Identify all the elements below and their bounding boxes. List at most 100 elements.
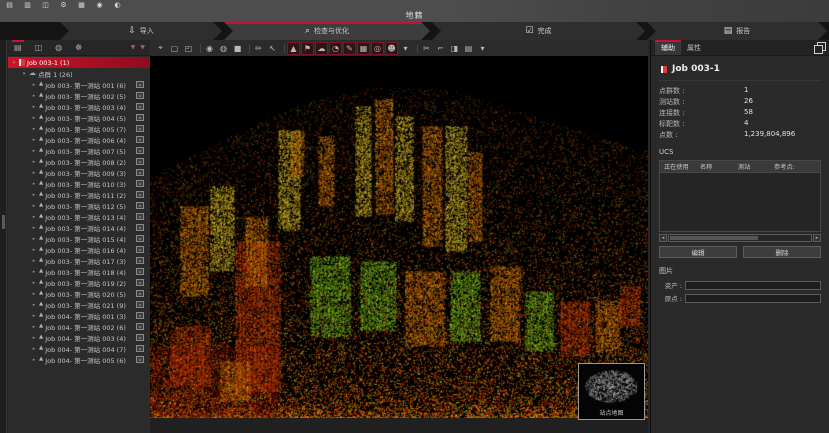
region-select-icon[interactable]: ▢ bbox=[168, 42, 181, 55]
help-icon[interactable]: ◉ bbox=[95, 1, 104, 9]
tab-manage-icon[interactable]: ☸ bbox=[75, 40, 82, 56]
station-image-icon[interactable]: ▫ bbox=[136, 180, 144, 187]
tree-row-station[interactable]: ▸ ▲ Job 003- 第一测站 007 (5) ▫ bbox=[8, 145, 150, 156]
tree-row-station[interactable]: ▸ ▲ Job 004- 第一测站 004 (7) ▫ bbox=[8, 343, 150, 354]
location-icon[interactable]: ◎ bbox=[371, 42, 384, 55]
tree-row-station[interactable]: ▸ ▲ Job 004- 第一测站 002 (6) ▫ bbox=[8, 321, 150, 332]
settings-icon[interactable]: ⚙ bbox=[59, 1, 68, 9]
pointcloud-canvas[interactable] bbox=[150, 56, 648, 418]
expand-icon[interactable]: ▸ bbox=[31, 313, 37, 319]
ucs-action-button[interactable]: 删除 bbox=[743, 246, 821, 258]
image-field-input[interactable] bbox=[685, 294, 821, 303]
tab-georef-icon[interactable]: ◍ bbox=[55, 40, 62, 56]
station-image-icon[interactable]: ▫ bbox=[136, 345, 144, 352]
tree-row-station[interactable]: ▸ ▲ Job 003- 第一测站 012 (5) ▫ bbox=[8, 200, 150, 211]
workflow-step[interactable]: ▤ 报告 bbox=[647, 22, 827, 40]
tree-row-station[interactable]: ▸ ▲ Job 004- 第一测站 005 (6) ▫ bbox=[8, 354, 150, 365]
expand-icon[interactable]: ▸ bbox=[31, 225, 37, 231]
expand-icon[interactable]: ▸ bbox=[31, 104, 37, 110]
tree-row-station[interactable]: ▸ ▲ Job 003- 第一测站 013 (4) ▫ bbox=[8, 211, 150, 222]
station-image-icon[interactable]: ▫ bbox=[136, 290, 144, 297]
layers-dropdown-icon[interactable]: ▾ bbox=[476, 42, 489, 55]
tab-links-icon[interactable]: ◫ bbox=[35, 40, 43, 56]
station-image-icon[interactable]: ▫ bbox=[136, 81, 144, 88]
station-image-icon[interactable]: ▫ bbox=[136, 301, 144, 308]
database-icon[interactable]: ▦ bbox=[77, 1, 86, 9]
workflow-step[interactable]: ⌕ 检查与优化 bbox=[224, 22, 430, 40]
tree-row-station[interactable]: ▸ ▲ Job 003- 第一测站 020 (5) ▫ bbox=[8, 288, 150, 299]
station-image-icon[interactable]: ▫ bbox=[136, 103, 144, 110]
tree-row-station[interactable]: ▸ ▲ Job 003- 第一测站 008 (2) ▫ bbox=[8, 156, 150, 167]
save-project-icon[interactable]: ▥ bbox=[23, 1, 32, 9]
tree-row-station[interactable]: ▸ ▲ Job 003- 第一测站 017 (3) ▫ bbox=[8, 255, 150, 266]
station-image-icon[interactable]: ▫ bbox=[136, 279, 144, 286]
station-image-icon[interactable]: ▫ bbox=[136, 257, 144, 264]
site-minimap[interactable]: 站点地图 bbox=[578, 363, 645, 420]
target-icon[interactable]: ▲ bbox=[287, 42, 300, 55]
tree-row-station[interactable]: ▸ ▲ Job 003- 第一测站 002 (5) ▫ bbox=[8, 90, 150, 101]
station-image-icon[interactable]: ▫ bbox=[136, 147, 144, 154]
expand-icon[interactable]: ▸ bbox=[31, 346, 37, 352]
tree-row-station[interactable]: ▸ ▲ Job 003- 第一测站 005 (7) ▫ bbox=[8, 123, 150, 134]
select-icon[interactable]: ⌖ bbox=[154, 42, 167, 55]
tree-row-job-root[interactable]: ▾ Job 003-1 (1) bbox=[8, 57, 150, 68]
user-view-icon[interactable]: ☻ bbox=[385, 42, 398, 55]
camera-icon[interactable]: ◉ bbox=[203, 42, 216, 55]
tree-row-station[interactable]: ▸ ▲ Job 003- 第一测站 014 (4) ▫ bbox=[8, 222, 150, 233]
tree-row-station[interactable]: ▸ ▲ Job 003- 第一测站 019 (2) ▫ bbox=[8, 277, 150, 288]
tree-row-station[interactable]: ▸ ▲ Job 003- 第一测站 006 (4) ▫ bbox=[8, 134, 150, 145]
expand-icon[interactable]: ▸ bbox=[31, 302, 37, 308]
workflow-step[interactable]: ⇩ 导入 bbox=[60, 22, 222, 40]
pick-point-icon[interactable]: ↖ bbox=[266, 42, 279, 55]
label-icon[interactable]: ⚑ bbox=[301, 42, 314, 55]
collapse-icon[interactable]: ▾ bbox=[21, 71, 27, 77]
scroll-right-icon[interactable]: ▸ bbox=[813, 234, 821, 242]
zoom-window-icon[interactable]: ◰ bbox=[182, 42, 195, 55]
scrollbar-thumb[interactable] bbox=[670, 236, 758, 240]
expand-icon[interactable]: ▸ bbox=[31, 181, 37, 187]
pie-section-icon[interactable]: ◔ bbox=[329, 42, 342, 55]
tree-row-station[interactable]: ▸ ▲ Job 004- 第一测站 003 (4) ▫ bbox=[8, 332, 150, 343]
tree-row-station[interactable]: ▸ ▲ Job 003- 第一测站 009 (3) ▫ bbox=[8, 167, 150, 178]
tree-row-station[interactable]: ▸ ▲ Job 003- 第一测站 011 (2) ▫ bbox=[8, 189, 150, 200]
expand-icon[interactable]: ▸ bbox=[31, 324, 37, 330]
pointcloud-icon[interactable]: ☁ bbox=[315, 42, 328, 55]
tab-project-tree-icon[interactable]: ▤ bbox=[14, 40, 22, 56]
tree-row-station[interactable]: ▸ ▲ Job 003- 第一测站 016 (4) ▫ bbox=[8, 244, 150, 255]
station-image-icon[interactable]: ▫ bbox=[136, 323, 144, 330]
expand-icon[interactable]: ▸ bbox=[31, 280, 37, 286]
expand-icon[interactable]: ▸ bbox=[31, 291, 37, 297]
scrollbar-track[interactable] bbox=[668, 234, 812, 242]
expand-icon[interactable]: ▸ bbox=[31, 137, 37, 143]
import-data-icon[interactable]: ◫ bbox=[41, 1, 50, 9]
station-image-icon[interactable]: ▫ bbox=[136, 191, 144, 198]
panorama-icon[interactable]: ◍ bbox=[217, 42, 230, 55]
image-field-input[interactable] bbox=[685, 281, 821, 290]
filter-images-icon[interactable]: ▼ bbox=[140, 44, 145, 51]
station-image-icon[interactable]: ▫ bbox=[136, 125, 144, 132]
annotate-icon[interactable]: ✎ bbox=[343, 42, 356, 55]
station-image-icon[interactable]: ▫ bbox=[136, 136, 144, 143]
tree-row-station[interactable]: ▸ ▲ Job 003- 第一测站 015 (4) ▫ bbox=[8, 233, 150, 244]
tree-row-station[interactable]: ▸ ▲ Job 003- 第一测站 004 (5) ▫ bbox=[8, 112, 150, 123]
tree-row-station[interactable]: ▸ ▲ Job 004- 第一测站 001 (3) ▫ bbox=[8, 310, 150, 321]
user-dropdown-icon[interactable]: ▾ bbox=[399, 42, 412, 55]
collapse-icon[interactable]: ▾ bbox=[11, 60, 17, 66]
tree-row-station[interactable]: ▸ ▲ Job 003- 第一测站 018 (4) ▫ bbox=[8, 266, 150, 277]
station-image-icon[interactable]: ▫ bbox=[136, 169, 144, 176]
station-image-icon[interactable]: ▫ bbox=[136, 268, 144, 275]
restore-panel-icon[interactable] bbox=[814, 42, 825, 53]
expand-icon[interactable]: ▸ bbox=[31, 115, 37, 121]
station-image-icon[interactable]: ▫ bbox=[136, 213, 144, 220]
scroll-left-icon[interactable]: ◂ bbox=[659, 234, 667, 242]
expand-icon[interactable]: ▸ bbox=[31, 236, 37, 242]
tree-row-station[interactable]: ▸ ▲ Job 003- 第一测站 003 (4) ▫ bbox=[8, 101, 150, 112]
station-image-icon[interactable]: ▫ bbox=[136, 246, 144, 253]
snapshot-icon[interactable]: ◨ bbox=[448, 42, 461, 55]
tree-row-station[interactable]: ▸ ▲ Job 003- 第一测站 001 (6) ▫ bbox=[8, 79, 150, 90]
measure-icon[interactable]: ✏ bbox=[252, 42, 265, 55]
station-image-icon[interactable]: ▫ bbox=[136, 224, 144, 231]
expand-icon[interactable]: ▸ bbox=[31, 335, 37, 341]
expand-icon[interactable]: ▸ bbox=[31, 148, 37, 154]
ucs-table-body[interactable] bbox=[660, 173, 820, 231]
